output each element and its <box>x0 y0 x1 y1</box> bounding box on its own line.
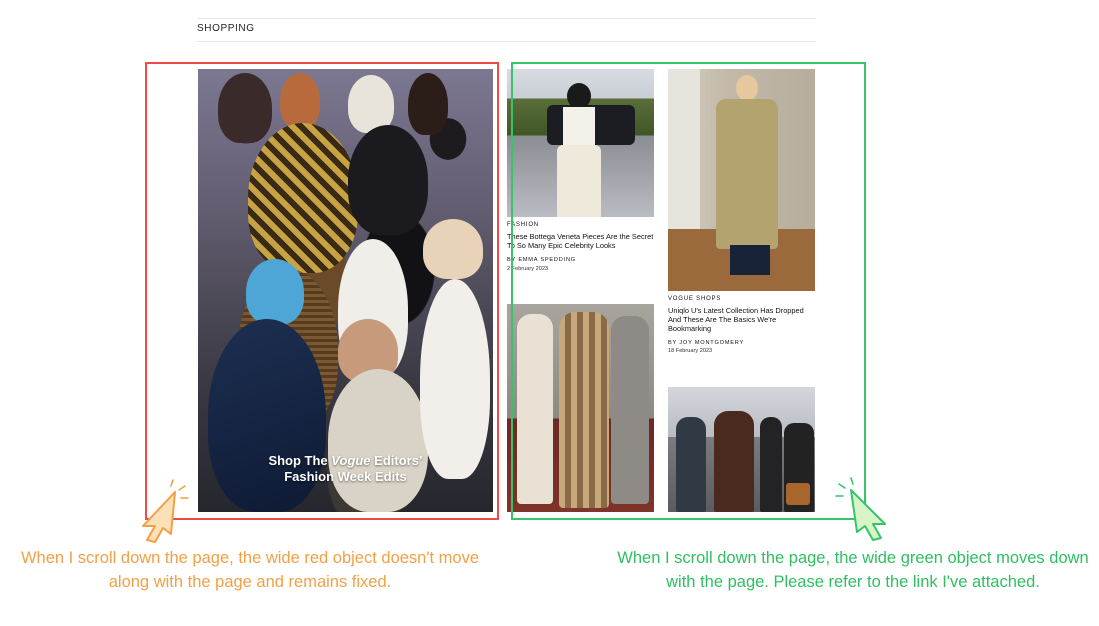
annotation-left: When I scroll down the page, the wide re… <box>20 549 480 591</box>
section-title: SHOPPING <box>197 23 255 34</box>
sticky-feature-highlight <box>145 62 499 520</box>
scrolling-cards-highlight <box>511 62 866 520</box>
annotation-right: When I scroll down the page, the wide gr… <box>617 549 1089 591</box>
click-cursor-icon <box>835 477 886 541</box>
click-cursor-icon <box>142 479 189 543</box>
section-header: SHOPPING <box>197 18 816 42</box>
